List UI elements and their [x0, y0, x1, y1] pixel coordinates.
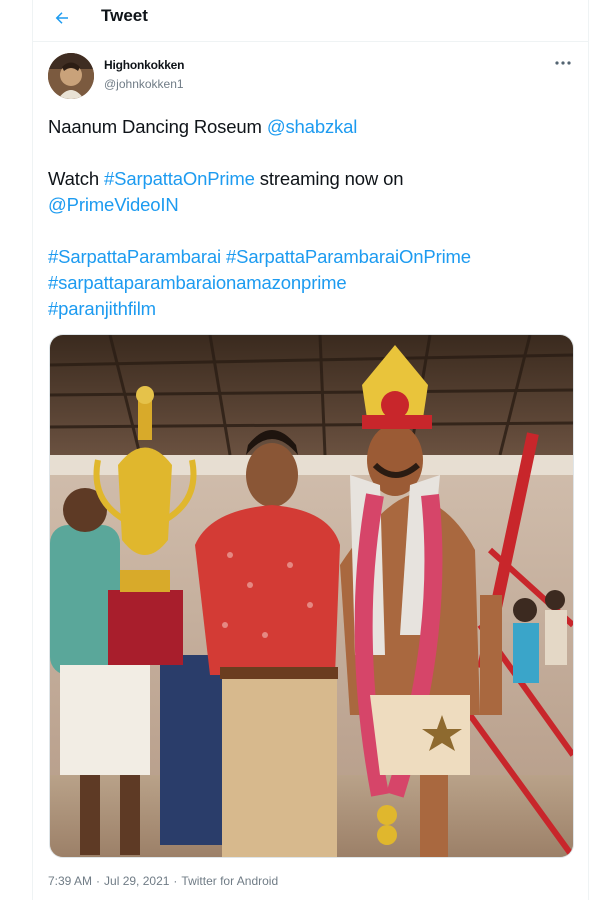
text-line-2: Watch #SarpattaOnPrime streaming now on	[48, 166, 573, 192]
hashtag-link[interactable]: #SarpattaParambaraiOnPrime	[226, 246, 471, 267]
page-title: Tweet	[101, 6, 148, 25]
person-dark-lungi	[160, 655, 230, 845]
more-horizontal-icon	[555, 61, 571, 65]
more-options-button[interactable]	[550, 52, 576, 74]
avatar-image	[48, 53, 94, 99]
top-header: Tweet	[33, 0, 588, 42]
hashtag-link[interactable]: #SarpattaParambarai	[48, 246, 221, 267]
photo-image	[50, 335, 573, 857]
column-divider-left	[32, 0, 33, 900]
hashtag-link[interactable]: #sarpattaparambaraionamazonprime	[48, 272, 347, 293]
text-line-5: #sarpattaparambaraionamazonprime	[48, 270, 573, 296]
text-run: Naanum Dancing Roseum	[48, 116, 267, 137]
text-run: Watch	[48, 168, 104, 189]
hashtag-link[interactable]: #SarpattaOnPrime	[104, 168, 255, 189]
text-line-1: Naanum Dancing Roseum @shabzkal	[48, 114, 573, 140]
tweet-text: Naanum Dancing Roseum @shabzkal Watch #S…	[48, 114, 573, 322]
arrow-left-icon	[55, 12, 68, 24]
mention-link[interactable]: @shabzkal	[267, 116, 358, 137]
text-line-6: #paranjithfilm	[48, 296, 573, 322]
text-run: streaming now on	[254, 168, 404, 189]
tweet-source[interactable]: Twitter for Android	[181, 874, 278, 888]
separator-dot: ·	[173, 874, 178, 888]
mention-link[interactable]: @PrimeVideoIN	[48, 194, 179, 215]
tweet-date[interactable]: Jul 29, 2021	[104, 874, 169, 888]
separator-dot: ·	[96, 874, 101, 888]
tweet-metadata: 7:39 AM · Jul 29, 2021 · Twitter for Android	[48, 874, 282, 888]
text-line-3: @PrimeVideoIN	[48, 192, 573, 218]
author-name[interactable]: Highonkokken	[104, 58, 184, 72]
hashtag-link[interactable]: #paranjithfilm	[48, 298, 156, 319]
tweet-photo[interactable]	[49, 334, 574, 858]
text-line-4: #SarpattaParambarai #SarpattaParambaraiO…	[48, 244, 573, 270]
author-handle[interactable]: @johnkokken1	[104, 77, 184, 91]
tweet-page: Tweet Highonkokken @johnkokken1 Naanum D…	[0, 0, 600, 900]
column-divider-right	[588, 0, 589, 900]
tweet-time[interactable]: 7:39 AM	[48, 874, 92, 888]
back-button[interactable]	[47, 3, 77, 33]
avatar[interactable]	[48, 53, 94, 99]
